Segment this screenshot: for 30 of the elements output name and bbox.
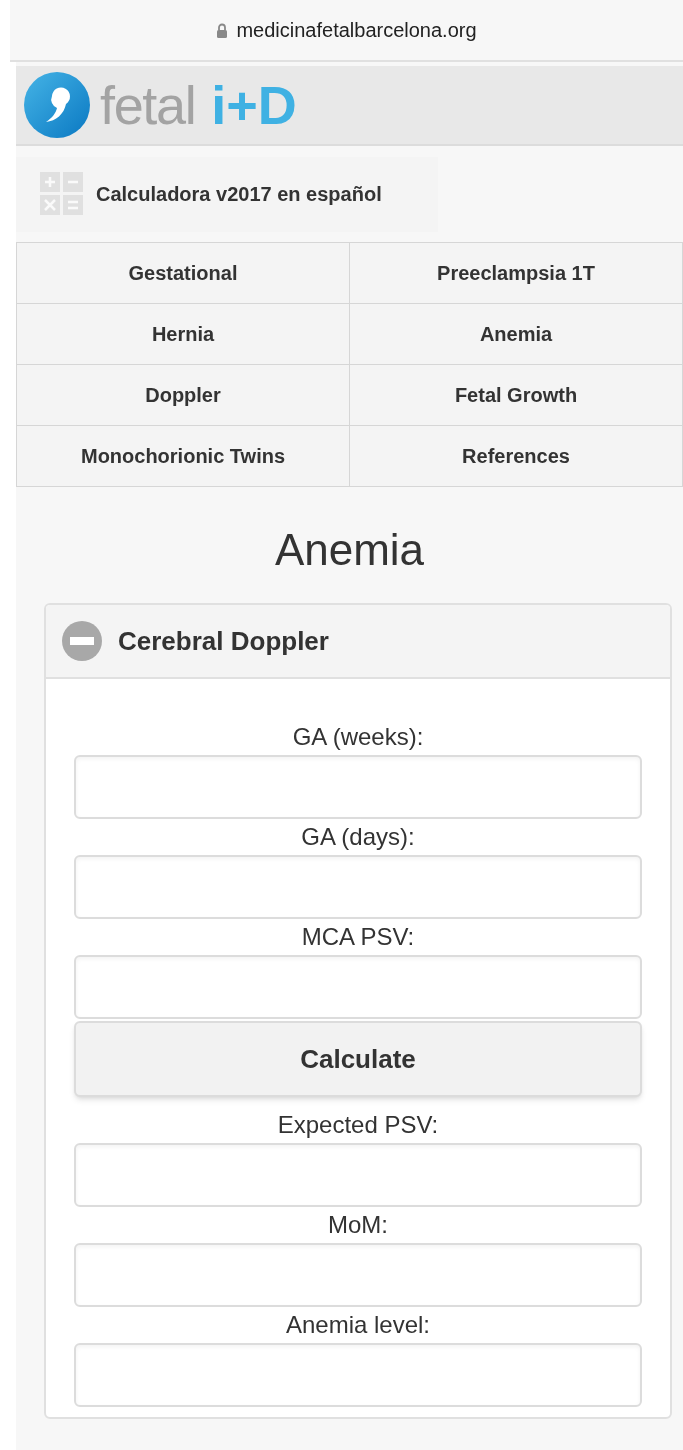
- nav-tab[interactable]: Fetal Growth: [350, 365, 683, 426]
- input-field[interactable]: [74, 1343, 642, 1407]
- logo-text: fetal: [100, 78, 196, 132]
- field-label: GA (weeks):: [292, 722, 424, 752]
- field-label: Anemia level:: [285, 1310, 431, 1340]
- field-label: Expected PSV:: [277, 1110, 439, 1140]
- field-label: MCA PSV:: [301, 922, 415, 952]
- nav-tab[interactable]: Hernia: [17, 304, 350, 365]
- input-field[interactable]: [74, 855, 642, 919]
- field-label: GA (days):: [301, 822, 415, 852]
- lock-icon: [216, 22, 229, 38]
- nav-tab[interactable]: Gestational: [17, 243, 350, 304]
- nav-tab[interactable]: Anemia: [350, 304, 683, 365]
- input-field[interactable]: [74, 755, 642, 819]
- logo-icon: [22, 70, 92, 140]
- nav-tab[interactable]: Preeclampsia 1T: [350, 243, 683, 304]
- nav-tab[interactable]: Monochorionic Twins: [17, 426, 350, 487]
- accordion-header[interactable]: Cerebral Doppler: [46, 605, 670, 679]
- nav-tab[interactable]: References: [350, 426, 683, 487]
- input-field[interactable]: [74, 955, 642, 1019]
- minus-icon: [62, 621, 102, 661]
- page-title: Anemia: [273, 524, 426, 576]
- logo-mark: i+D: [211, 78, 297, 132]
- calculate-button[interactable]: Calculate: [74, 1021, 642, 1097]
- calculator-icon: [40, 172, 84, 216]
- input-field[interactable]: [74, 1243, 642, 1307]
- input-field[interactable]: [74, 1143, 642, 1207]
- field-label: MoM:: [328, 1210, 388, 1240]
- nav-tab[interactable]: Doppler: [17, 365, 350, 426]
- url-text[interactable]: medicinafetalbarcelona.org: [236, 15, 477, 45]
